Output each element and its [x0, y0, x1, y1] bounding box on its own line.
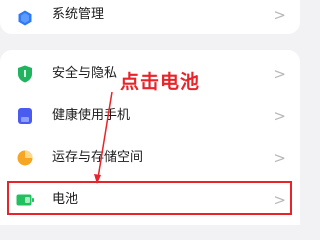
- annotation-text: 点击电池: [120, 71, 201, 93]
- annotation-arrow: [94, 91, 113, 184]
